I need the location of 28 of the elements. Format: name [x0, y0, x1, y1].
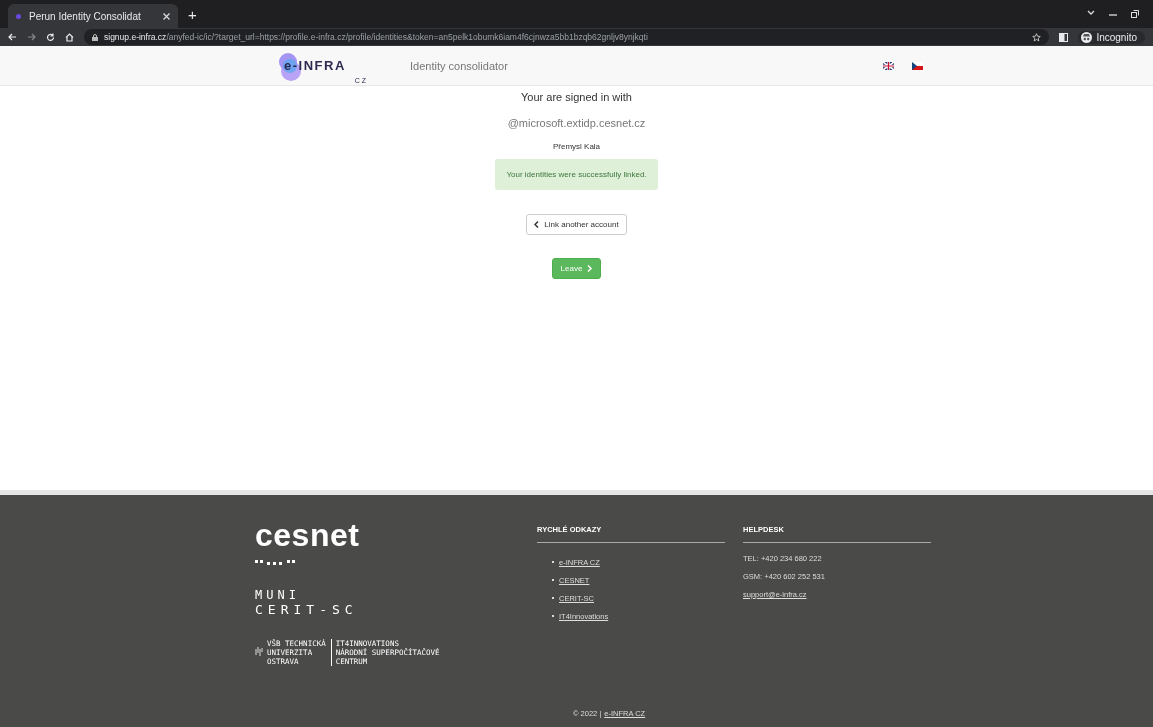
chevron-down-icon[interactable] — [1087, 10, 1095, 16]
address-bar[interactable]: signup.e-infra.cz/anyfed-ic/ic/?target_url=https://profile.e-infra.cz/profile/identities&token=an5pelk1obumk6iam4f6cjnwza5bb1bzqb62gnljv8ynjkqti — [84, 29, 1050, 45]
success-alert: Your identities were successfully linked. — [495, 159, 658, 190]
navbar-title: Identity consolidator — [410, 59, 508, 72]
home-icon[interactable] — [65, 32, 74, 42]
chevron-left-icon — [534, 221, 540, 228]
incognito-icon — [1081, 31, 1093, 43]
uk-flag-icon[interactable] — [883, 61, 894, 70]
user-name: Přemysl Kala — [552, 142, 601, 151]
lock-icon[interactable] — [92, 33, 98, 41]
signed-in-heading: Your are signed in with — [521, 91, 632, 103]
cesnet-logo: cesnet — [255, 519, 361, 551]
czech-flag-icon[interactable] — [912, 61, 923, 70]
star-icon[interactable] — [1032, 32, 1042, 42]
close-icon[interactable] — [163, 12, 170, 20]
incognito-button[interactable]: Incognito — [1078, 30, 1145, 44]
muni-logo: MUNI — [255, 589, 301, 602]
restore-icon[interactable] — [1131, 10, 1139, 18]
identity-text: @microsoft.extidp.cesnet.cz — [507, 117, 646, 129]
reload-icon[interactable] — [46, 32, 55, 42]
cerit-logo: CERIT-SC — [255, 602, 359, 617]
link-account-button[interactable]: Link another account — [526, 214, 627, 235]
back-icon[interactable] — [8, 33, 17, 41]
chevron-right-icon — [587, 265, 593, 272]
new-tab-button[interactable]: + — [188, 5, 197, 23]
side-panel-icon[interactable] — [1059, 32, 1069, 42]
forward-icon[interactable] — [27, 33, 36, 41]
browser-tab[interactable]: Perun Identity Consolidat — [8, 4, 178, 28]
